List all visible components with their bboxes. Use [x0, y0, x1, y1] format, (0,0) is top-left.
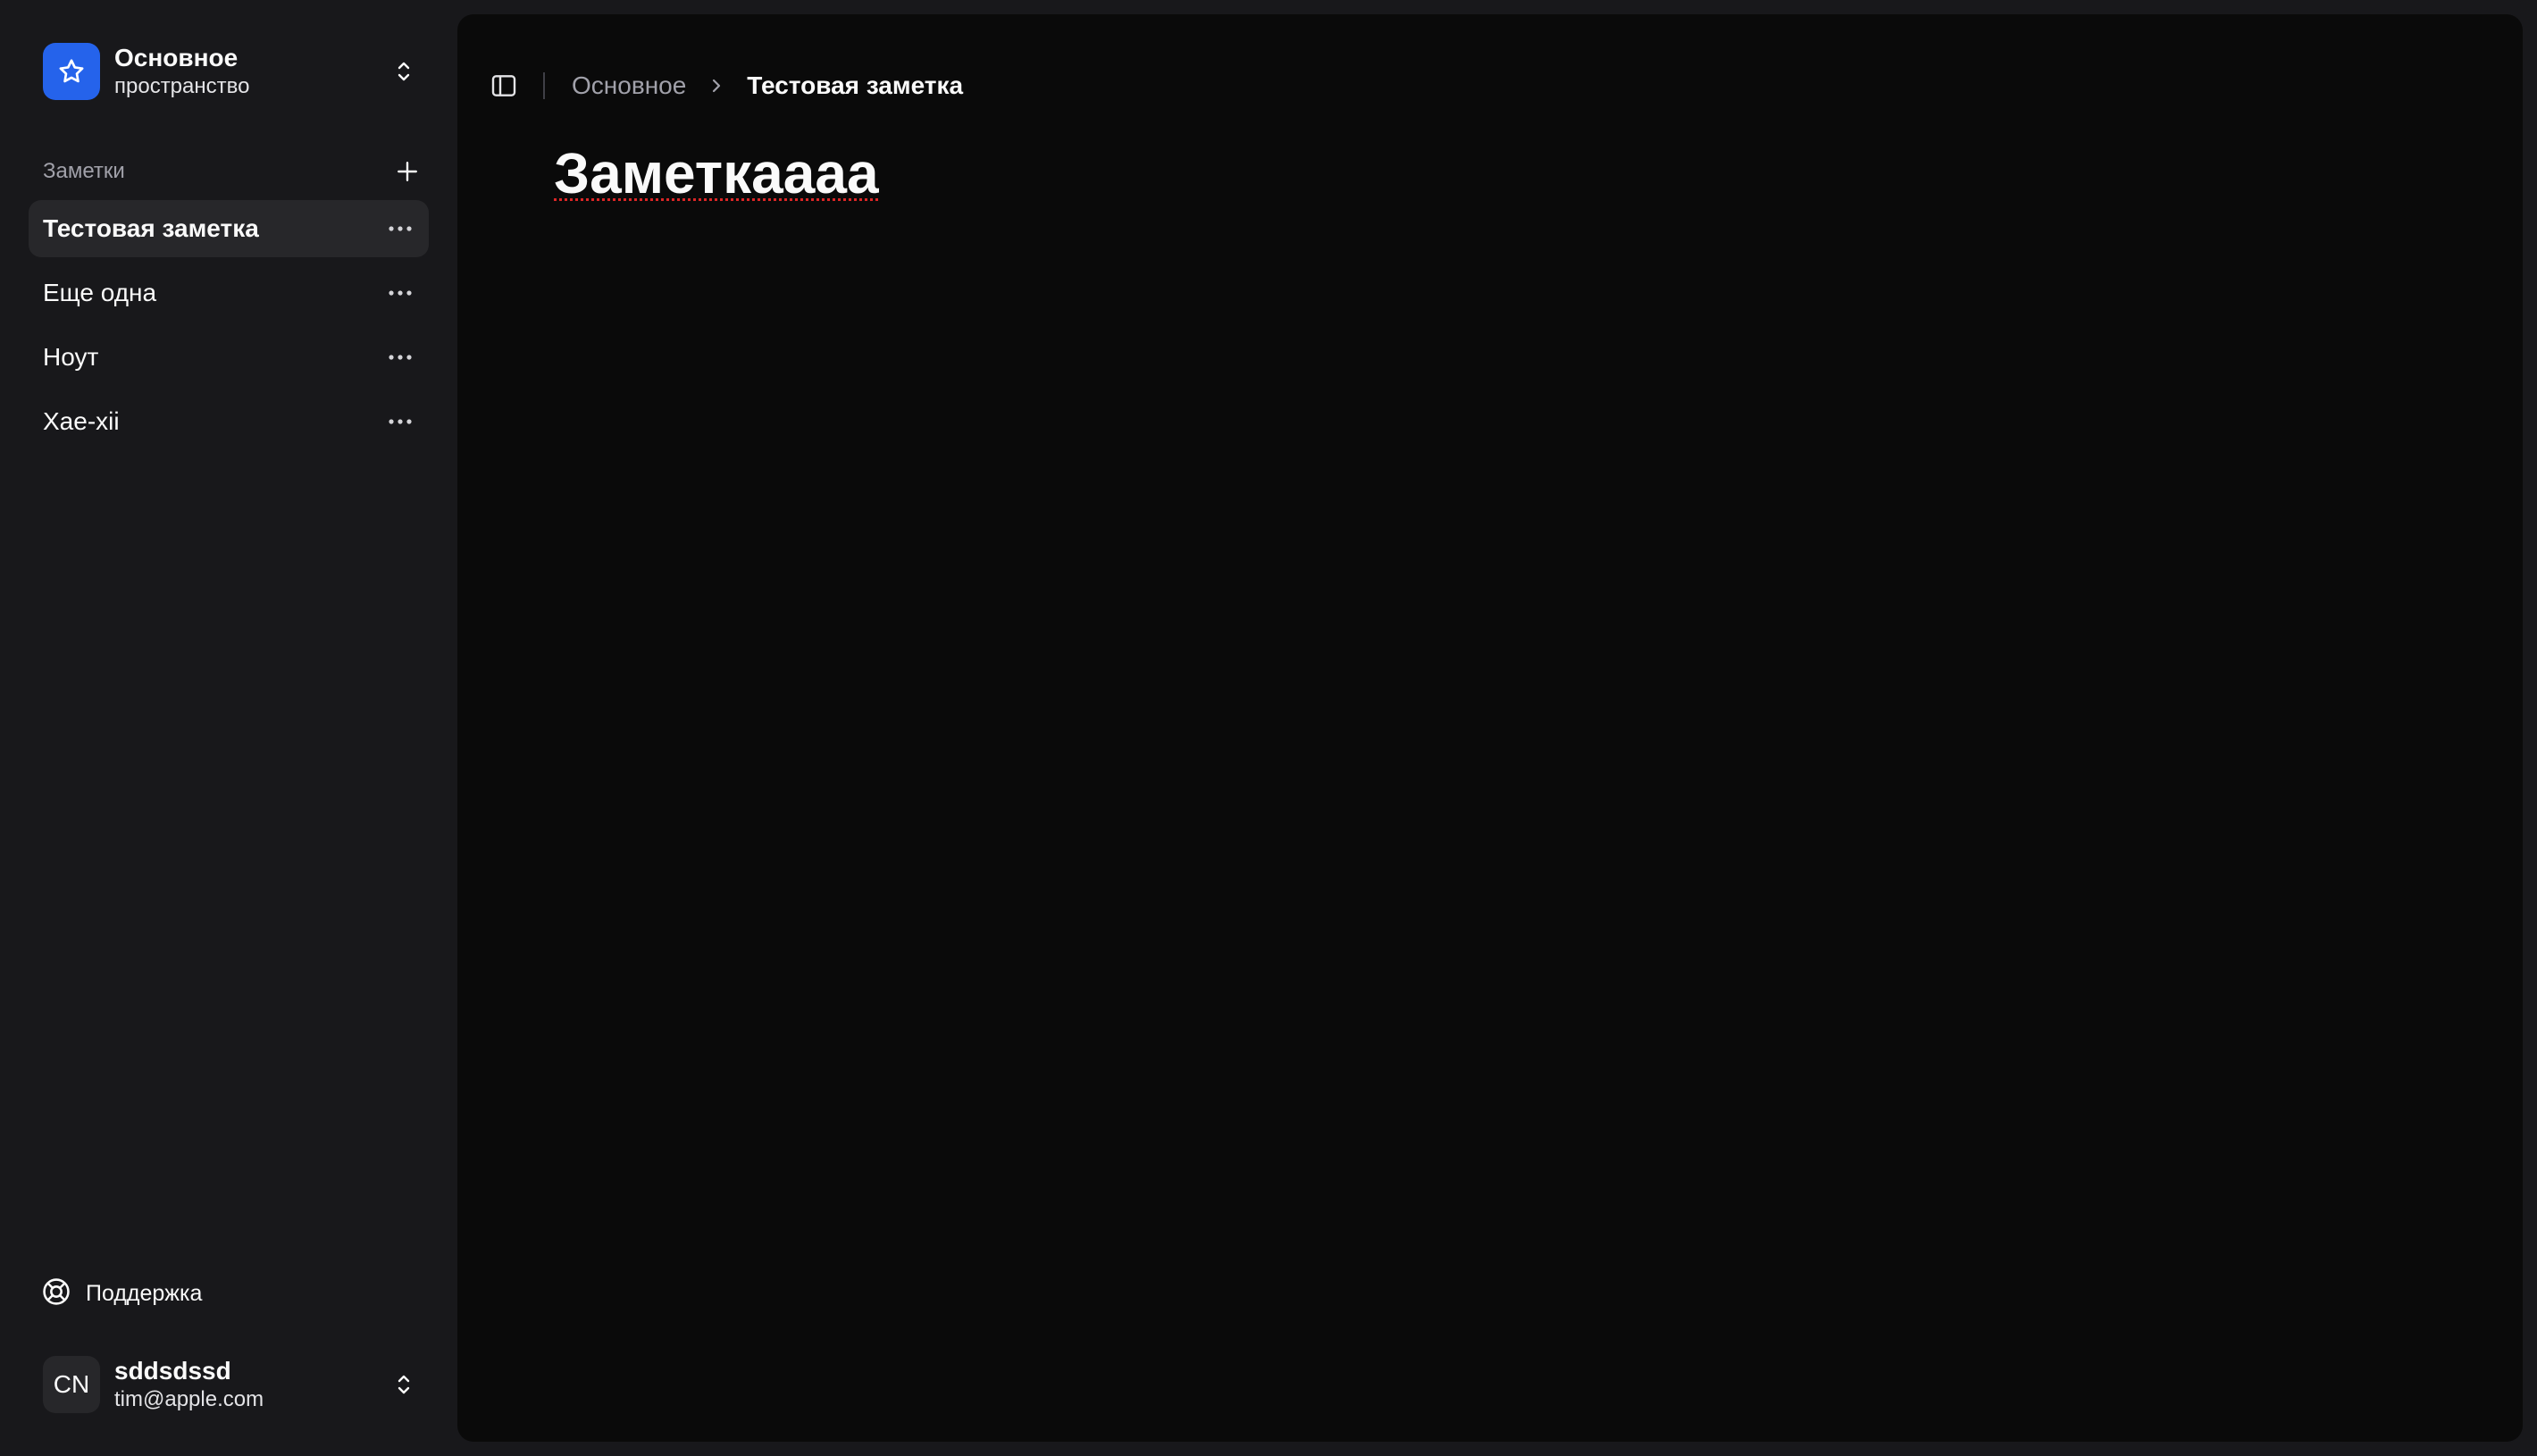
breadcrumb: Основное Тестовая заметка [572, 68, 963, 104]
note-item[interactable]: Тестовая заметка [29, 200, 429, 257]
support-label: Поддержка [86, 1280, 203, 1306]
notes-section-label: Заметки [43, 159, 125, 183]
more-horizontal-icon[interactable] [384, 406, 416, 438]
add-note-button[interactable] [389, 154, 425, 189]
note-title-input[interactable]: Заметкаааа [554, 139, 879, 208]
star-icon [43, 43, 100, 100]
divider [543, 72, 545, 99]
notes-section-header: Заметки [29, 154, 429, 189]
user-email: tim@apple.com [114, 1387, 264, 1412]
workspace-subtitle: пространство [114, 74, 250, 99]
user-menu[interactable]: CN sddsdssd tim@apple.com [29, 1349, 429, 1420]
more-horizontal-icon[interactable] [384, 213, 416, 245]
breadcrumb-root[interactable]: Основное [572, 71, 686, 100]
note-item[interactable]: Хае-хіі [29, 393, 429, 450]
avatar: CN [43, 1356, 100, 1413]
note-item[interactable]: Еще одна [29, 264, 429, 322]
note-item-label: Тестовая заметка [43, 214, 259, 242]
note-item-label: Ноут [43, 343, 99, 371]
app-window: Основное пространство Заметки Тестовая з… [0, 0, 2537, 1456]
user-name: sddsdssd [114, 1356, 231, 1385]
support-link[interactable]: Поддержка [29, 1268, 429, 1318]
more-horizontal-icon[interactable] [384, 341, 416, 373]
workspace-switcher[interactable]: Основное пространство [29, 36, 429, 107]
note-item-label: Хае-хіі [43, 407, 120, 435]
notes-list: Тестовая заметка Еще одна Ноут Хае-хіі [29, 200, 429, 457]
lifebuoy-icon [41, 1276, 71, 1311]
breadcrumb-current: Тестовая заметка [747, 71, 964, 99]
workspace-name: Основное [114, 43, 239, 71]
sidebar: Основное пространство Заметки Тестовая з… [0, 0, 457, 1456]
topbar: Основное Тестовая заметка [479, 50, 2444, 121]
chevron-up-down-icon[interactable] [386, 54, 422, 89]
note-item[interactable]: Ноут [29, 329, 429, 386]
more-horizontal-icon[interactable] [384, 277, 416, 309]
sidebar-toggle-icon[interactable] [479, 61, 529, 111]
chevron-up-down-icon[interactable] [386, 1367, 422, 1402]
note-item-label: Еще одна [43, 279, 157, 306]
main-panel: Основное Тестовая заметка Заметкаааа [457, 14, 2523, 1442]
chevron-right-icon [699, 68, 734, 104]
